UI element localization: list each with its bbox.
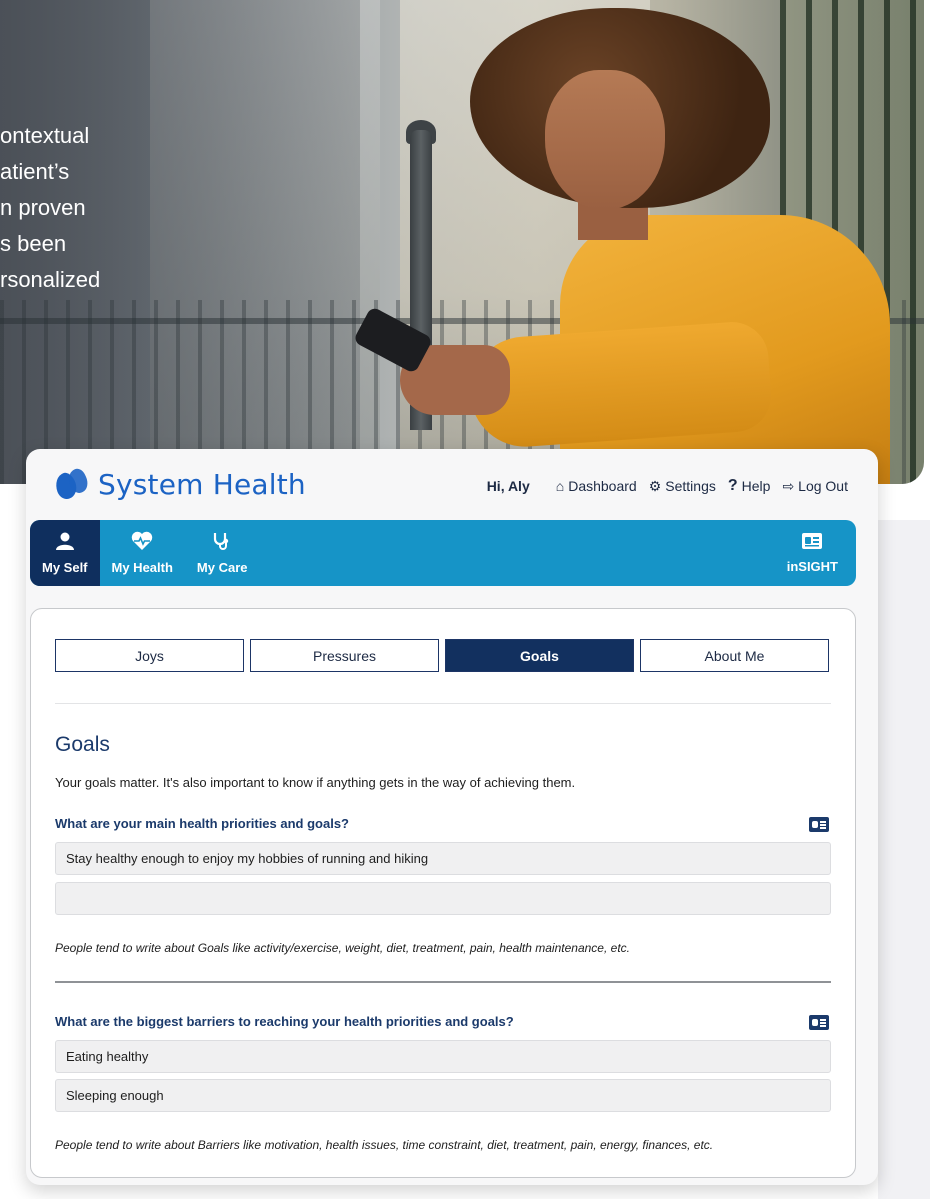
main-nav: My Self My Health My Care inSIGHT	[30, 520, 856, 586]
dashboard-link[interactable]: ⌂ Dashboard	[556, 478, 637, 494]
gear-icon: ⚙	[648, 477, 662, 494]
hero-line: rsonalized	[0, 267, 101, 292]
top-bar: System Health Hi, Aly ⌂ Dashboard ⚙ Sett…	[26, 449, 878, 519]
goals-panel: Joys Pressures Goals About Me Goals Your…	[30, 608, 856, 1178]
face	[545, 70, 665, 210]
brand-name: System Health	[98, 467, 306, 501]
brand-logo[interactable]: System Health	[52, 466, 306, 502]
question-icon: ?	[727, 477, 738, 494]
top-nav: Hi, Aly ⌂ Dashboard ⚙ Settings ? Help ⇨ …	[487, 477, 848, 495]
tab-my-self[interactable]: My Self	[30, 520, 100, 586]
home-icon: ⌂	[555, 478, 565, 494]
id-card-icon	[801, 532, 823, 555]
dashboard-label: Dashboard	[568, 478, 637, 494]
settings-link[interactable]: ⚙ Settings	[649, 478, 716, 495]
section-divider	[55, 981, 831, 983]
tab-my-self-label: My Self	[42, 560, 88, 575]
tab-goals[interactable]: Goals	[445, 639, 634, 672]
barriers-hint: People tend to write about Barriers like…	[55, 1138, 714, 1152]
insight-button[interactable]: inSIGHT	[775, 520, 856, 586]
settings-label: Settings	[665, 478, 716, 494]
goals-answer-field[interactable]	[55, 882, 831, 915]
hero-line: n proven	[0, 195, 86, 220]
stethoscope-icon	[212, 531, 232, 556]
id-card-icon[interactable]	[809, 817, 829, 832]
tab-my-care-label: My Care	[196, 560, 248, 575]
tab-my-health[interactable]: My Health	[100, 520, 185, 586]
tab-joys[interactable]: Joys	[55, 639, 244, 672]
help-link[interactable]: ? Help	[728, 477, 771, 495]
barriers-question: What are the biggest barriers to reachin…	[55, 1014, 514, 1029]
barriers-answer-field[interactable]: Eating healthy	[55, 1040, 831, 1073]
person-icon	[55, 531, 75, 556]
logout-icon: ⇨	[782, 477, 795, 494]
side-panel-edge	[878, 520, 930, 1199]
intro-text: Your goals matter. It's also important t…	[55, 775, 576, 790]
hero-line: ontextual	[0, 123, 90, 148]
hero-line: s been	[0, 231, 67, 256]
hero-text: ontextual atient’s n proven s been rsona…	[0, 118, 170, 298]
logout-link[interactable]: ⇨ Log Out	[782, 478, 848, 495]
logo-icon	[52, 466, 92, 502]
sub-tabs: Joys Pressures Goals About Me	[55, 639, 835, 672]
hero-line: atient’s	[0, 159, 70, 184]
insight-label: inSIGHT	[786, 559, 838, 574]
barriers-answer-field[interactable]: Sleeping enough	[55, 1079, 831, 1112]
tab-my-care[interactable]: My Care	[185, 520, 260, 586]
greeting: Hi, Aly	[486, 478, 530, 494]
arm	[466, 319, 774, 451]
section-title: Goals	[55, 733, 110, 756]
hero-photo: ontextual atient’s n proven s been rsona…	[0, 0, 924, 484]
goals-hint: People tend to write about Goals like ac…	[55, 941, 630, 955]
goals-answer-field[interactable]: Stay healthy enough to enjoy my hobbies …	[55, 842, 831, 875]
heart-pulse-icon	[131, 531, 153, 556]
app-window: System Health Hi, Aly ⌂ Dashboard ⚙ Sett…	[26, 449, 878, 1185]
tab-my-health-label: My Health	[111, 560, 173, 575]
goals-question: What are your main health priorities and…	[55, 816, 349, 831]
tab-pressures[interactable]: Pressures	[250, 639, 439, 672]
divider	[55, 703, 831, 704]
help-label: Help	[741, 478, 771, 494]
id-card-icon[interactable]	[809, 1015, 829, 1030]
tab-about-me[interactable]: About Me	[640, 639, 829, 672]
logout-label: Log Out	[798, 478, 848, 494]
